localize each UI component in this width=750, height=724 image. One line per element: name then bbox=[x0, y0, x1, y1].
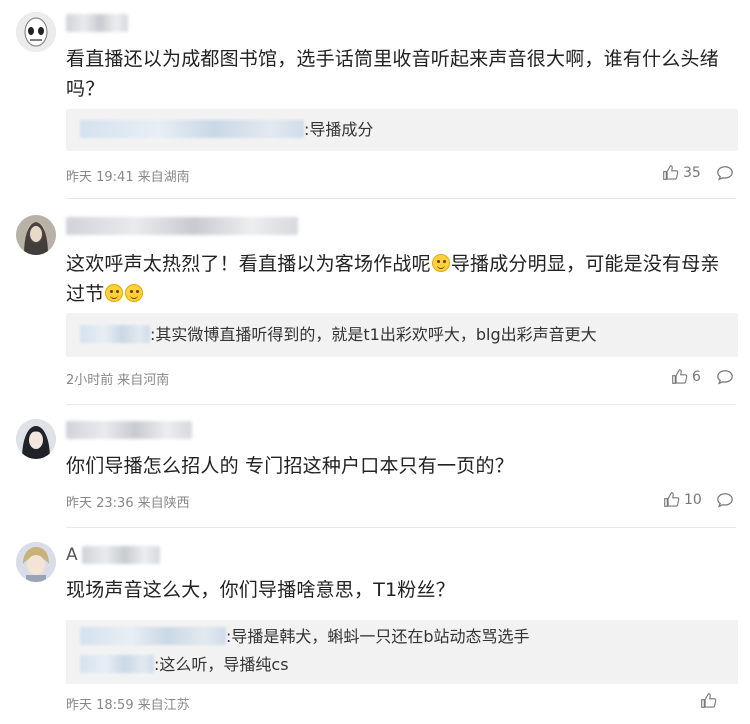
username-blurred[interactable] bbox=[66, 421, 192, 439]
comment-time: 昨天 23:36 bbox=[66, 496, 134, 511]
comment-text-part-1: 这欢呼声太热烈了！看直播以为客场作战呢 bbox=[66, 253, 431, 275]
like-count: 6 bbox=[692, 368, 701, 385]
comment-time: 昨天 19:41 bbox=[66, 170, 134, 185]
comment-bubble-icon[interactable] bbox=[716, 164, 734, 182]
avatar[interactable] bbox=[16, 419, 56, 459]
comment-location: 来自湖南 bbox=[137, 170, 190, 185]
username-blurred[interactable] bbox=[82, 546, 160, 564]
reply-line: :导播成分 bbox=[80, 119, 373, 141]
comment-location: 来自江苏 bbox=[137, 698, 190, 713]
comment-text: 你们导播怎么招人的 专门招这种户口本只有一页的？ bbox=[66, 455, 514, 477]
like-count: 35 bbox=[683, 164, 701, 181]
reply-username-blurred[interactable] bbox=[80, 120, 304, 138]
smile-emoji-icon bbox=[125, 284, 144, 302]
like-count: 10 bbox=[684, 491, 702, 508]
avatar-image bbox=[16, 419, 56, 459]
reply-text: :导播成分 bbox=[304, 120, 374, 139]
smile-emoji-icon bbox=[105, 284, 124, 302]
reply-username-blurred[interactable] bbox=[80, 627, 226, 645]
avatar-image bbox=[16, 542, 56, 582]
comment-3: 你们导播怎么招人的 专门招这种户口本只有一页的？ 昨天 23:36 来自陕西 10 bbox=[0, 405, 750, 527]
comment-4: A 现场声音这么大，你们导播啥意思，T1粉丝？ :导播是韩犬，蝌蚪一只还在b站动… bbox=[0, 528, 750, 724]
comment-time: 昨天 18:59 bbox=[66, 698, 134, 713]
comment-time: 2小时前 bbox=[66, 373, 114, 388]
comment-meta: 昨天 23:36 来自陕西 bbox=[66, 492, 194, 511]
comment-2: 这欢呼声太热烈了！看直播以为客场作战呢 导播成分明显，可能是没有母亲过节 :其实微… bbox=[0, 199, 750, 404]
comment-text: 现场声音这么大，你们导播啥意思，T1粉丝？ bbox=[66, 579, 455, 601]
reply-text: :其实微博直播听得到的，就是t1出彩欢呼大，blg出彩声音更大 bbox=[150, 325, 597, 344]
username-initial[interactable]: A bbox=[66, 545, 78, 565]
reply-username-blurred[interactable] bbox=[80, 325, 150, 343]
comment-location: 来自陕西 bbox=[137, 496, 190, 511]
comment-text: 这欢呼声太热烈了！看直播以为客场作战呢 导播成分明显，可能是没有母亲过节 bbox=[66, 249, 736, 309]
thumbs-up-icon bbox=[672, 369, 688, 384]
reply-line: :导播是韩犬，蝌蚪一只还在b站动态骂选手 bbox=[80, 626, 530, 648]
thumbs-up-icon bbox=[664, 492, 680, 507]
avatar-image bbox=[16, 215, 56, 255]
avatar[interactable] bbox=[16, 215, 56, 255]
comment-meta: 2小时前 来自河南 bbox=[66, 369, 173, 388]
like-button[interactable]: 35 bbox=[662, 164, 701, 181]
reply-line: :这么听，导播纯cs bbox=[80, 654, 289, 676]
comment-location: 来自河南 bbox=[117, 373, 170, 388]
reply-box: :导播成分 bbox=[66, 109, 738, 151]
reply-line: :其实微博直播听得到的，就是t1出彩欢呼大，blg出彩声音更大 bbox=[80, 324, 597, 346]
thumbs-up-icon bbox=[663, 165, 679, 180]
username-blurred[interactable] bbox=[66, 217, 298, 235]
smile-emoji-icon bbox=[431, 254, 450, 272]
reply-text: :导播是韩犬，蝌蚪一只还在b站动态骂选手 bbox=[226, 627, 530, 646]
avatar[interactable] bbox=[16, 12, 56, 52]
reply-text: :这么听，导播纯cs bbox=[154, 655, 289, 674]
comment-1: 看直播还以为成都图书馆，选手话筒里收音听起来声音很大啊，谁有什么头绪吗？ :导播… bbox=[0, 0, 750, 198]
like-button[interactable]: 10 bbox=[663, 491, 702, 508]
username-blurred[interactable] bbox=[66, 14, 128, 32]
comment-bubble-icon[interactable] bbox=[716, 491, 734, 509]
reply-username-blurred[interactable] bbox=[80, 655, 154, 673]
comment-text: 看直播还以为成都图书馆，选手话筒里收音听起来声音很大啊，谁有什么头绪吗？ bbox=[66, 48, 719, 100]
comment-bubble-icon[interactable] bbox=[716, 368, 734, 386]
avatar[interactable] bbox=[16, 542, 56, 582]
like-button[interactable]: 6 bbox=[671, 368, 701, 385]
avatar-image bbox=[16, 12, 56, 52]
comment-meta: 昨天 18:59 来自江苏 bbox=[66, 694, 194, 713]
thumbs-up-icon bbox=[701, 693, 717, 708]
reply-box: :导播是韩犬，蝌蚪一只还在b站动态骂选手 :这么听，导播纯cs bbox=[66, 620, 738, 684]
reply-box: :其实微博直播听得到的，就是t1出彩欢呼大，blg出彩声音更大 bbox=[66, 313, 738, 357]
like-button[interactable] bbox=[700, 692, 717, 709]
comment-meta: 昨天 19:41 来自湖南 bbox=[66, 166, 194, 185]
